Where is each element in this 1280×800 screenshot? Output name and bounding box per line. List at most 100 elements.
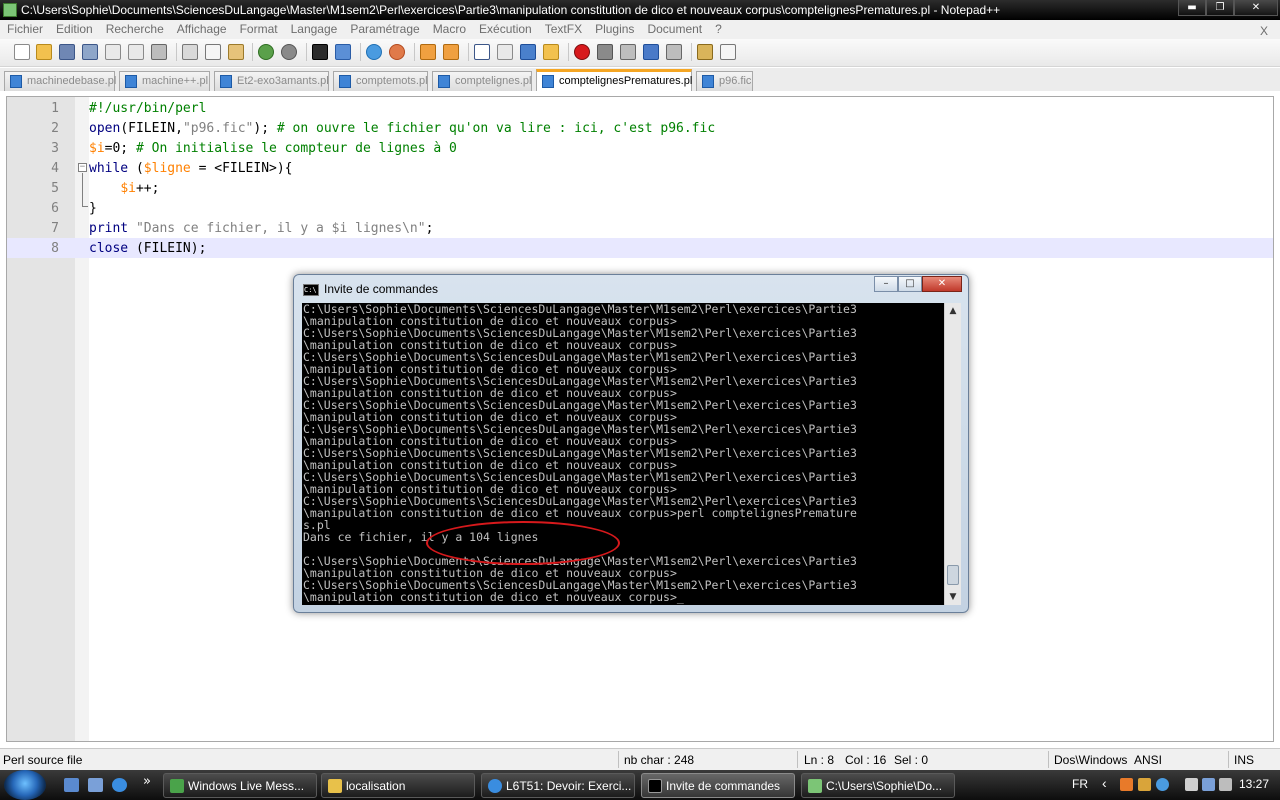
show-desktop-icon[interactable]	[64, 778, 79, 792]
switch-windows-icon[interactable]	[88, 778, 103, 792]
cmd-icon	[648, 779, 662, 793]
tab-comptelignesprematures[interactable]: comptelignesPrematures.pl	[536, 69, 692, 91]
undo-icon[interactable]	[258, 44, 274, 60]
tab-machinedebase[interactable]: machinedebase.pl	[4, 71, 116, 91]
language-indicator[interactable]: FR	[1072, 777, 1088, 791]
menu-execution[interactable]: Exécution	[472, 20, 538, 39]
macro-save-icon[interactable]	[666, 44, 682, 60]
copy-icon[interactable]	[205, 44, 221, 60]
notepadpp-app-icon[interactable]	[3, 3, 17, 17]
save-icon[interactable]	[59, 44, 75, 60]
menu-plugins[interactable]: Plugins	[588, 20, 640, 39]
tab-et2-exo3amants[interactable]: Et2-exo3amants.pl	[214, 71, 329, 91]
quicklaunch-more-icon[interactable]: »	[143, 774, 151, 789]
tab-machineplusplus[interactable]: machine++.pl	[119, 71, 210, 91]
cut-icon[interactable]	[182, 44, 198, 60]
run-icon[interactable]	[697, 44, 713, 60]
menu-textfx[interactable]: TextFX	[538, 20, 588, 39]
task-invite-de-commandes[interactable]: Invite de commandes	[641, 773, 795, 798]
console-output[interactable]: C:\Users\Sophie\Documents\SciencesDuLang…	[302, 303, 944, 605]
close-button[interactable]: ✕	[1234, 0, 1278, 16]
task-localisation[interactable]: localisation	[321, 773, 475, 798]
open-file-icon[interactable]	[36, 44, 52, 60]
redo-icon[interactable]	[281, 44, 297, 60]
cmd-close-button[interactable]: ✕	[922, 276, 962, 292]
scroll-down-arrow-icon[interactable]: ▼	[945, 589, 961, 605]
macro-play-icon[interactable]	[620, 44, 636, 60]
command-prompt-window[interactable]: C:\ Invite de commandes – □ ✕ C:\Users\S…	[293, 274, 969, 613]
language-icon[interactable]	[543, 44, 559, 60]
menu-langage[interactable]: Langage	[284, 20, 344, 39]
tab-p96-fic[interactable]: p96.fic	[696, 71, 753, 91]
fold-toggle-icon[interactable]: −	[78, 163, 87, 172]
macro-stop-icon[interactable]	[597, 44, 613, 60]
status-file-type: Perl source file	[3, 753, 83, 767]
tray-app-icon[interactable]	[1138, 778, 1151, 791]
scrollbar-thumb[interactable]	[947, 565, 959, 585]
scroll-up-arrow-icon[interactable]: ▲	[945, 303, 961, 319]
indent-guide-icon[interactable]	[520, 44, 536, 60]
replace-icon[interactable]	[335, 44, 351, 60]
show-all-chars-icon[interactable]	[497, 44, 513, 60]
tray-app-icon[interactable]	[1156, 778, 1169, 791]
close-document-button[interactable]: X	[1253, 22, 1274, 38]
menu-edition[interactable]: Edition	[49, 20, 99, 39]
task-notepadpp[interactable]: C:\Users\Sophie\Do...	[801, 773, 955, 798]
volume-icon[interactable]	[1219, 778, 1232, 791]
save-all-icon[interactable]	[82, 44, 98, 60]
internet-explorer-icon	[488, 779, 502, 793]
zoom-out-icon[interactable]	[389, 44, 405, 60]
macro-run-multiple-icon[interactable]	[643, 44, 659, 60]
file-icon	[339, 75, 351, 88]
menu-help[interactable]: ?	[708, 20, 728, 39]
clock[interactable]: 13:27	[1239, 777, 1269, 791]
menu-recherche[interactable]: Recherche	[99, 20, 170, 39]
code-line-current[interactable]: 8 close (FILEIN);	[7, 238, 1273, 258]
task-browser-devoir[interactable]: L6T51: Devoir: Exerci...	[481, 773, 635, 798]
macro-record-icon[interactable]	[574, 44, 590, 60]
start-button[interactable]	[4, 770, 46, 800]
code-line[interactable]: 7 print "Dans ce fichier, il y a $i lign…	[7, 218, 1273, 238]
task-windows-live-messenger[interactable]: Windows Live Mess...	[163, 773, 317, 798]
close-file-icon[interactable]	[105, 44, 121, 60]
cmd-minimize-button[interactable]: –	[874, 276, 898, 292]
menu-parametrage[interactable]: Paramétrage	[343, 20, 425, 39]
minimize-button[interactable]: ▬	[1178, 0, 1206, 16]
tab-comptelignes[interactable]: comptelignes.pl	[432, 71, 532, 91]
code-line[interactable]: 2 open(FILEIN,"p96.fic"); # on ouvre le …	[7, 118, 1273, 138]
console-line: \manipulation constitution de dico et no…	[303, 506, 857, 520]
tab-bar: machinedebase.pl machine++.pl Et2-exo3am…	[0, 68, 1280, 91]
console-scrollbar[interactable]: ▲ ▼	[944, 303, 961, 605]
paste-icon[interactable]	[228, 44, 244, 60]
code-line[interactable]: 5 $i++;	[7, 178, 1273, 198]
print-icon[interactable]	[151, 44, 167, 60]
word-wrap-icon[interactable]	[474, 44, 490, 60]
close-all-icon[interactable]	[128, 44, 144, 60]
tray-app-icon[interactable]	[1120, 778, 1133, 791]
sync-vertical-icon[interactable]	[420, 44, 436, 60]
file-icon	[542, 75, 554, 88]
menu-fichier[interactable]: Fichier	[0, 20, 49, 39]
tray-app-icon[interactable]	[1185, 778, 1198, 791]
code-line[interactable]: 3 $i=0; # On initialise le compteur de l…	[7, 138, 1273, 158]
code-line[interactable]: 4 − while ($ligne = <FILEIN>){	[7, 158, 1273, 178]
find-icon[interactable]	[312, 44, 328, 60]
menu-document[interactable]: Document	[640, 20, 708, 39]
internet-explorer-icon[interactable]	[112, 778, 127, 792]
tab-comptemots[interactable]: comptemots.pl	[333, 71, 428, 91]
plugin-icon[interactable]	[720, 44, 736, 60]
code-line[interactable]: 6 }	[7, 198, 1273, 218]
sync-horizontal-icon[interactable]	[443, 44, 459, 60]
title-bar[interactable]: C:\Users\Sophie\Documents\SciencesDuLang…	[0, 0, 1280, 20]
zoom-in-icon[interactable]	[366, 44, 382, 60]
cmd-maximize-button[interactable]: □	[898, 276, 922, 292]
menu-format[interactable]: Format	[233, 20, 284, 39]
new-file-icon[interactable]	[14, 44, 30, 60]
code-line[interactable]: 1 #!/usr/bin/perl	[7, 98, 1273, 118]
tray-expand-arrow-icon[interactable]: ‹	[1102, 775, 1107, 791]
maximize-button[interactable]: ❐	[1206, 0, 1234, 16]
cmd-icon: C:\	[303, 284, 319, 296]
menu-affichage[interactable]: Affichage	[170, 20, 233, 39]
menu-macro[interactable]: Macro	[426, 20, 472, 39]
network-icon[interactable]	[1202, 778, 1215, 791]
